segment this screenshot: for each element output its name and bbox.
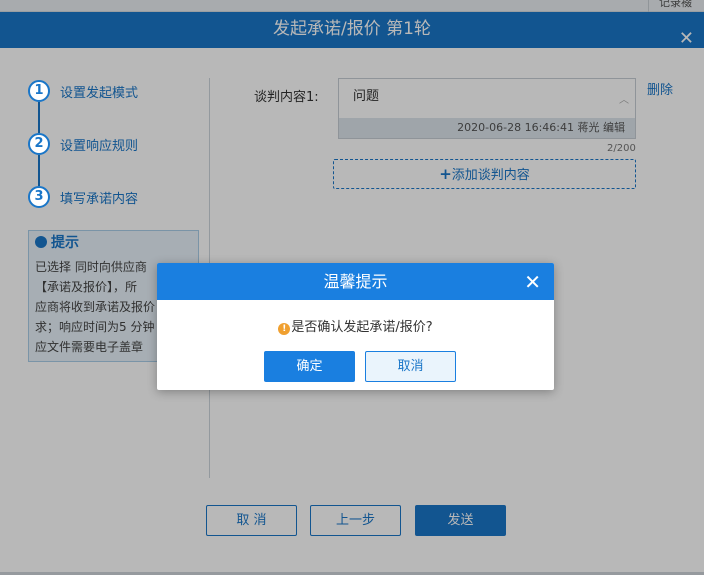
step-number-icon: 3 <box>28 186 50 208</box>
close-icon[interactable]: ✕ <box>524 264 541 301</box>
modal-message-text: 是否确认发起承诺/报价? <box>291 320 433 335</box>
modal-title: 温馨提示 <box>323 272 388 291</box>
step-number-icon: 2 <box>28 133 50 155</box>
confirm-button[interactable]: 确定 <box>264 351 355 382</box>
step-number-icon: 1 <box>28 80 50 102</box>
confirm-modal: 温馨提示 ✕ ! 是否确认发起承诺/报价? 确定 取消 <box>157 263 554 390</box>
warning-icon: ! <box>278 323 291 335</box>
modal-header: 温馨提示 ✕ <box>157 263 554 300</box>
modal-cancel-button[interactable]: 取消 <box>365 351 456 382</box>
modal-message: ! 是否确认发起承诺/报价? <box>157 316 554 335</box>
